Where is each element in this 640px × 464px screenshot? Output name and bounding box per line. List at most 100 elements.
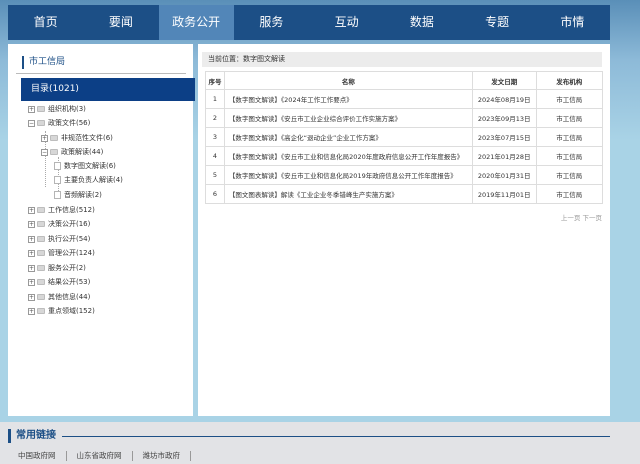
- tree-item-results-disclosure[interactable]: + 结果公开(53): [28, 276, 90, 288]
- folder-icon: [37, 250, 45, 256]
- sidebar: 市工信局 目录(1021) + 组织机构(3) − 政策文件(56) + 非规范…: [8, 44, 195, 416]
- row-index: 5: [205, 165, 225, 185]
- tree-item-management-disclosure[interactable]: + 管理公开(124): [28, 247, 95, 259]
- nav-item-city-info[interactable]: 市情: [535, 5, 610, 40]
- row-date: 2021年01月28日: [471, 146, 537, 166]
- table-row: 5 【数字图文解读】《安丘市工业和信息化局2019年政府信息公开工作年度报告》 …: [205, 165, 604, 185]
- folder-icon: [50, 135, 58, 141]
- pagination[interactable]: 上一页 下一页: [561, 212, 602, 222]
- tree-item-policy-interpretation[interactable]: − 政策解读(44): [41, 146, 103, 158]
- folder-icon: [37, 265, 45, 271]
- footer-links: 中国政府网 山东省政府网 潍坊市政府: [8, 451, 191, 461]
- tree-item-digital-graphic-interpretation[interactable]: 数字图文解读(6): [54, 160, 116, 172]
- row-index: 3: [205, 127, 225, 147]
- folder-icon: [37, 236, 45, 242]
- tree-item-leader-interpretation[interactable]: 主要负责人解读(4): [54, 174, 123, 186]
- nav-item-interaction[interactable]: 互动: [309, 5, 384, 40]
- minus-expander-icon[interactable]: −: [41, 148, 48, 156]
- plus-expander-icon[interactable]: +: [28, 278, 35, 286]
- row-title-link[interactable]: 【数字图文解读】《安丘市工业和信息化局2020年度政府信息公开工作年度报告》: [223, 146, 473, 166]
- row-index: 6: [205, 184, 225, 204]
- folder-icon: [37, 294, 45, 300]
- plus-expander-icon[interactable]: +: [28, 293, 35, 301]
- table-row: 6 【图文图表解读】解读《工业企业冬季错峰生产实施方案》 2019年11月01日…: [205, 184, 604, 204]
- row-publisher: 市工信局: [535, 108, 604, 128]
- row-title-link[interactable]: 【数字图文解读】《安丘市工业企业综合评价工作实施方案》: [223, 108, 473, 128]
- footer-link-weifang-gov[interactable]: 潍坊市政府: [133, 451, 191, 461]
- nav-item-news[interactable]: 要闻: [83, 5, 158, 40]
- row-index: 4: [205, 146, 225, 166]
- footer: 常用链接 中国政府网 山东省政府网 潍坊市政府: [0, 422, 640, 464]
- folder-icon: [37, 279, 45, 285]
- row-title-link[interactable]: 【数字图文解读】《安丘市工业和信息化局2019年政府信息公开工作年度报告》: [223, 165, 473, 185]
- document-table: 序号 名称 发文日期 发布机构 1 【数字图文解读】《2024年工作工作要点》 …: [205, 71, 604, 204]
- row-date: 2024年08月19日: [471, 89, 537, 109]
- nav-item-home[interactable]: 首页: [8, 5, 83, 40]
- main-nav: 首页 要闻 政务公开 服务 互动 数据 专题 市情: [8, 5, 610, 40]
- row-publisher: 市工信局: [535, 146, 604, 166]
- nav-item-data[interactable]: 数据: [384, 5, 459, 40]
- tree-item-service-disclosure[interactable]: + 服务公开(2): [28, 262, 86, 274]
- row-date: 2023年09月13日: [471, 108, 537, 128]
- plus-expander-icon[interactable]: +: [28, 220, 35, 228]
- folder-icon: [37, 308, 45, 314]
- nav-item-topics[interactable]: 专题: [460, 5, 535, 40]
- footer-link-shandong-gov[interactable]: 山东省政府网: [67, 451, 133, 461]
- nav-item-services[interactable]: 服务: [234, 5, 309, 40]
- content-panel: 当前位置：数字图文解读 序号 名称 发文日期 发布机构 1 【数字图文解读】《2…: [198, 44, 610, 416]
- plus-expander-icon[interactable]: +: [28, 264, 35, 272]
- row-title-link[interactable]: 【数字图文解读】《2024年工作工作要点》: [223, 89, 473, 109]
- folder-icon: [37, 207, 45, 213]
- document-icon: [54, 176, 61, 184]
- row-index: 1: [205, 89, 225, 109]
- tree-item-non-normative-documents[interactable]: + 非规范性文件(6): [41, 132, 113, 144]
- tree-item-policy-documents[interactable]: − 政策文件(56): [28, 117, 90, 129]
- footer-divider: [62, 436, 610, 437]
- folder-icon: [37, 120, 45, 126]
- tree-item-decision-disclosure[interactable]: + 决策公开(16): [28, 218, 90, 230]
- plus-expander-icon[interactable]: +: [28, 249, 35, 257]
- row-title-link[interactable]: 【图文图表解读】解读《工业企业冬季错峰生产实施方案》: [223, 184, 473, 204]
- sidebar-divider: [16, 73, 186, 74]
- table-row: 4 【数字图文解读】《安丘市工业和信息化局2020年度政府信息公开工作年度报告》…: [205, 146, 604, 166]
- tree-item-execution-disclosure[interactable]: + 执行公开(54): [28, 233, 90, 245]
- plus-expander-icon[interactable]: +: [28, 105, 35, 113]
- footer-link-central-gov[interactable]: 中国政府网: [8, 451, 67, 461]
- row-publisher: 市工信局: [535, 165, 604, 185]
- table-row: 2 【数字图文解读】《安丘市工业企业综合评价工作实施方案》 2023年09月13…: [205, 108, 604, 128]
- minus-expander-icon[interactable]: −: [28, 119, 35, 127]
- row-publisher: 市工信局: [535, 127, 604, 147]
- plus-expander-icon[interactable]: +: [28, 235, 35, 243]
- document-icon: [54, 162, 61, 170]
- footer-title: 常用链接: [8, 429, 56, 443]
- folder-icon: [37, 106, 45, 112]
- column-header-index: 序号: [205, 71, 225, 90]
- tree-item-organization[interactable]: + 组织机构(3): [28, 103, 86, 115]
- table-header-row: 序号 名称 发文日期 发布机构: [205, 71, 604, 90]
- row-title-link[interactable]: 【数字图文解读】《高企化“退动企业”企业工作方案》: [223, 127, 473, 147]
- table-row: 1 【数字图文解读】《2024年工作工作要点》 2024年08月19日 市工信局: [205, 89, 604, 109]
- tree-item-work-information[interactable]: + 工作信息(512): [28, 204, 95, 216]
- plus-expander-icon[interactable]: +: [28, 307, 35, 315]
- tree-item-key-areas[interactable]: + 重点领域(152): [28, 305, 95, 317]
- tree-item-other-information[interactable]: + 其他信息(44): [28, 291, 90, 303]
- column-header-publisher: 发布机构: [535, 71, 604, 90]
- plus-expander-icon[interactable]: +: [41, 134, 48, 142]
- folder-icon: [50, 149, 58, 155]
- row-publisher: 市工信局: [535, 89, 604, 109]
- catalog-header[interactable]: 目录(1021): [21, 78, 195, 101]
- sidebar-title: 市工信局: [22, 56, 65, 69]
- breadcrumb: 当前位置：数字图文解读: [202, 52, 602, 67]
- row-date: 2019年11月01日: [471, 184, 537, 204]
- column-header-name: 名称: [223, 71, 473, 90]
- tree-item-audio-interpretation[interactable]: 音频解读(2): [54, 189, 102, 201]
- table-row: 3 【数字图文解读】《高企化“退动企业”企业工作方案》 2023年07月15日 …: [205, 127, 604, 147]
- document-icon: [54, 191, 61, 199]
- plus-expander-icon[interactable]: +: [28, 206, 35, 214]
- row-date: 2023年07月15日: [471, 127, 537, 147]
- nav-item-gov-affairs[interactable]: 政务公开: [158, 5, 234, 40]
- row-index: 2: [205, 108, 225, 128]
- column-header-date: 发文日期: [471, 71, 537, 90]
- row-publisher: 市工信局: [535, 184, 604, 204]
- folder-icon: [37, 221, 45, 227]
